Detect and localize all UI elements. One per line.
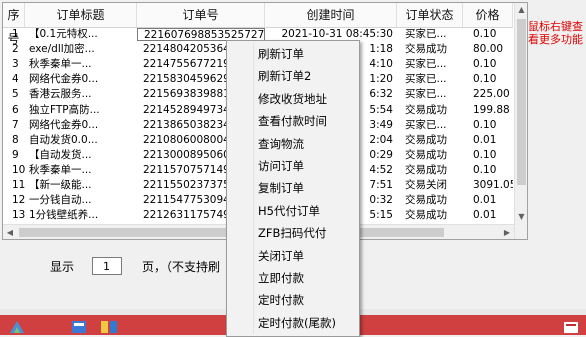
cell-index[interactable]: 2 — [3, 43, 25, 56]
cell-status[interactable]: 买家已... — [397, 58, 463, 71]
menu-item[interactable]: 立即付款 — [227, 268, 359, 288]
cell-title[interactable]: 【新一级能... — [25, 179, 137, 192]
cell-status[interactable]: 交易关闭 — [397, 179, 463, 192]
scroll-up-icon[interactable]: ▲ — [515, 3, 527, 17]
hint-line-1: 鼠标右键查 — [528, 20, 583, 33]
col-header-order-no[interactable]: 订单号 — [137, 3, 265, 27]
menu-item[interactable]: ZFB扫码代付 — [227, 223, 359, 243]
cell-title[interactable]: 【0.1元特权... — [25, 28, 137, 41]
cell-title[interactable]: 【自动发货... — [25, 149, 137, 162]
pager-show-label: 显示 — [50, 260, 75, 274]
cell-status[interactable]: 交易成功 — [397, 134, 463, 147]
cell-status[interactable]: 交易成功 — [397, 149, 463, 162]
cell-price[interactable]: 0.10 — [463, 119, 513, 132]
grid-header: 序号 订单标题 订单号 创建时间 订单状态 价格 — [3, 3, 513, 46]
menu-item[interactable]: 刷新订单 — [227, 44, 359, 64]
cell-status[interactable]: 交易成功 — [397, 209, 463, 222]
cell-status[interactable]: 买家已... — [397, 88, 463, 101]
cell-price[interactable]: 0.10 — [463, 73, 513, 86]
cell-price[interactable]: 0.10 — [463, 28, 513, 41]
cell-index[interactable]: 1 — [3, 28, 25, 41]
cell-index[interactable]: 6 — [3, 104, 25, 117]
cell-index[interactable]: 11 — [3, 179, 25, 192]
col-header-created-time[interactable]: 创建时间 — [265, 3, 397, 27]
cell-status[interactable]: 买家已... — [397, 119, 463, 132]
page-number-input[interactable]: 1 — [92, 257, 122, 275]
context-menu: 刷新订单 刷新订单2 修改收货地址 查看付款时间 查询物流 访问订单 复制订单 H5代付订单 Z… — [226, 40, 360, 337]
cell-status[interactable]: 交易成功 — [397, 194, 463, 207]
cell-price[interactable]: 0.01 — [463, 194, 513, 207]
cell-price[interactable]: 3091.05 — [463, 179, 513, 192]
scroll-down-icon[interactable]: ▼ — [515, 210, 527, 224]
vertical-scroll-thumb[interactable] — [517, 19, 526, 185]
cell-title[interactable]: 秋季秦单一... — [25, 164, 137, 177]
cell-status[interactable]: 交易成功 — [397, 104, 463, 117]
cell-price[interactable]: 0.10 — [463, 58, 513, 71]
cell-title[interactable]: 一分钱自动... — [25, 194, 137, 207]
menu-item[interactable]: 访问订单 — [227, 156, 359, 176]
cell-price[interactable]: 0.10 — [463, 164, 513, 177]
menu-item[interactable]: 复制订单 — [227, 178, 359, 198]
cell-index[interactable]: 8 — [3, 134, 25, 147]
scroll-left-icon[interactable]: ◀ — [3, 225, 17, 239]
cell-title[interactable]: 1分钱壁纸养... — [25, 209, 137, 222]
scroll-right-icon[interactable]: ▶ — [500, 225, 514, 239]
cell-index[interactable]: 10 — [3, 164, 25, 177]
cell-index[interactable]: 5 — [3, 88, 25, 101]
menu-item[interactable]: 定时付款(尾款) — [227, 313, 359, 333]
vertical-scrollbar[interactable]: ▲ ▼ — [514, 3, 527, 239]
cell-title[interactable]: 香港云服务... — [25, 88, 137, 101]
col-header-index[interactable]: 序号 — [3, 3, 25, 46]
cell-status[interactable]: 交易成功 — [397, 43, 463, 56]
cell-index[interactable]: 7 — [3, 119, 25, 132]
menu-item[interactable]: 查询物流 — [227, 134, 359, 154]
col-header-status[interactable]: 订单状态 — [397, 3, 463, 27]
cell-price[interactable]: 0.01 — [463, 209, 513, 222]
app-icon-3[interactable] — [562, 319, 580, 335]
cell-index[interactable]: 12 — [3, 194, 25, 207]
menu-item[interactable]: 查看付款时间 — [227, 111, 359, 131]
cell-status[interactable]: 交易成功 — [397, 164, 463, 177]
col-header-price[interactable]: 价格 — [463, 3, 513, 27]
cell-title[interactable]: 网络代金券0... — [25, 73, 137, 86]
col-header-title[interactable]: 订单标题 — [25, 3, 137, 27]
cell-index[interactable]: 13 — [3, 209, 25, 222]
cell-title[interactable]: 秋季秦单一... — [25, 58, 137, 71]
cell-price[interactable]: 0.10 — [463, 149, 513, 162]
cell-title[interactable]: 网络代金券0... — [25, 119, 137, 132]
cell-price[interactable]: 225.00 — [463, 88, 513, 101]
cell-title[interactable]: 自动发货0.0... — [25, 134, 137, 147]
right-click-hint: 鼠标右键查 看更多功能 — [528, 20, 586, 46]
cell-title[interactable]: exe/dll加密... — [25, 43, 137, 56]
menu-item[interactable]: H5代付订单 — [227, 201, 359, 221]
pager-suffix: 页，（不支持刷 — [142, 260, 221, 274]
cell-index[interactable]: 4 — [3, 73, 25, 86]
hint-line-2: 看更多功能 — [528, 33, 583, 46]
cell-title[interactable]: 独立FTP高防... — [25, 104, 137, 117]
cell-price[interactable]: 0.01 — [463, 134, 513, 147]
app-icon-1[interactable] — [70, 319, 88, 335]
cell-index[interactable]: 3 — [3, 58, 25, 71]
menu-item[interactable]: 修改收货地址 — [227, 89, 359, 109]
app-icon-2[interactable] — [100, 319, 118, 335]
menu-item[interactable]: 刷新订单2 — [227, 66, 359, 86]
menu-item[interactable]: 定时付款 — [227, 290, 359, 310]
cell-price[interactable]: 80.00 — [463, 43, 513, 56]
cell-price[interactable]: 199.88 — [463, 104, 513, 117]
cell-index[interactable]: 9 — [3, 149, 25, 162]
menu-item[interactable]: 关闭订单 — [227, 246, 359, 266]
cell-status[interactable]: 买家已... — [397, 73, 463, 86]
start-icon[interactable] — [8, 319, 26, 335]
cell-status[interactable]: 买家已... — [397, 28, 463, 41]
